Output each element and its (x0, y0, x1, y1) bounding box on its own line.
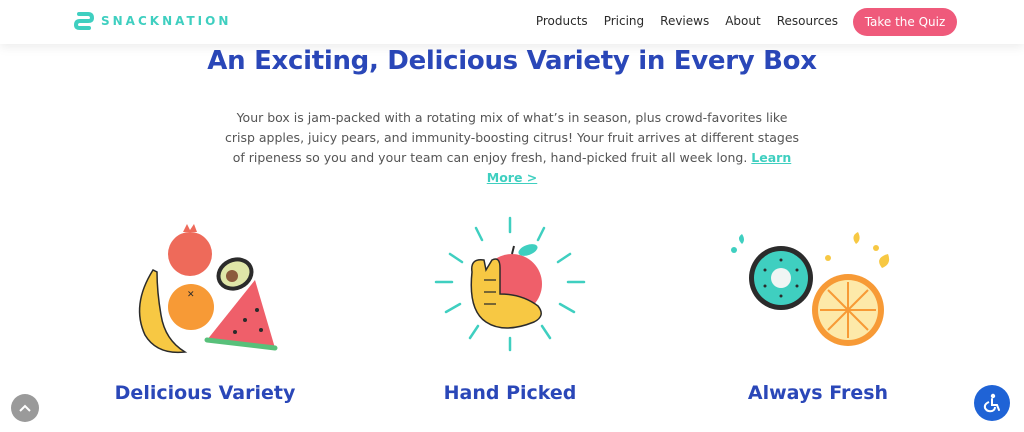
site-header: SNACKNATION Products Pricing Reviews Abo… (0, 0, 1024, 44)
feature-label: Hand Picked (443, 382, 577, 404)
nav-about[interactable]: About (725, 14, 760, 28)
wheelchair-icon (983, 393, 1000, 413)
nav-pricing[interactable]: Pricing (604, 14, 644, 28)
feature-label: Always Fresh (747, 382, 889, 404)
take-quiz-button[interactable]: Take the Quiz (853, 8, 957, 36)
intro-paragraph: Your box is jam-packed with a rotating m… (222, 108, 802, 188)
fruit-assortment-icon: ✕ (138, 224, 278, 354)
main-nav: Products Pricing Reviews About Resources (536, 14, 838, 28)
intro-text: Your box is jam-packed with a rotating m… (224, 110, 800, 165)
nav-products[interactable]: Products (536, 14, 588, 28)
hand-holding-apple-icon (434, 216, 586, 352)
page-title: An Exciting, Delicious Variety in Every … (207, 46, 817, 76)
snacknation-logo[interactable]: SNACKNATION (73, 10, 231, 32)
scroll-to-top-button[interactable] (11, 394, 39, 422)
kiwi-orange-splash-icon (731, 232, 890, 346)
nav-resources[interactable]: Resources (777, 14, 838, 28)
logo-mark-icon (73, 12, 95, 30)
logo-text: SNACKNATION (101, 14, 232, 28)
chevron-up-icon (19, 404, 31, 412)
feature-label: Delicious Variety (114, 382, 296, 404)
accessibility-button[interactable] (974, 385, 1010, 421)
nav-reviews[interactable]: Reviews (660, 14, 709, 28)
svg-text:✕: ✕ (187, 290, 195, 300)
